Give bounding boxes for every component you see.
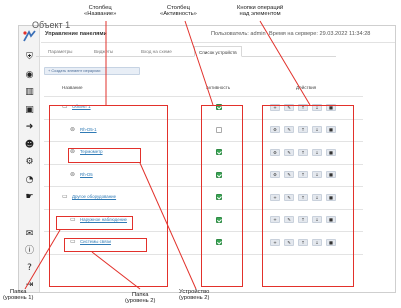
hand-icon[interactable]: ☛ (24, 192, 35, 203)
sidebar: ⛨ ◉ ▥ ▣ ➜ ☻ ⚙ ◔ ☛ ✉ ⓘ ? ⇥ (19, 26, 40, 292)
highlight-device-row (68, 148, 141, 163)
calendar-icon[interactable]: ▣ (24, 105, 35, 116)
page-title: Объект 1 (32, 20, 71, 30)
speedometer-icon[interactable]: ◔ (24, 175, 35, 186)
column-header-actions: Действия (296, 85, 317, 90)
gear-icon[interactable]: ⚙ (24, 157, 35, 168)
eye-icon[interactable]: ◉ (24, 70, 35, 81)
tab-scheme-input[interactable]: Вход на схеме (137, 46, 176, 57)
label-folder-level1: Папка (уровень 1) (3, 289, 34, 302)
info-icon[interactable]: ⓘ (24, 246, 35, 257)
tab-bar: Параметры Виджеты Вход на схеме Список у… (36, 46, 336, 57)
tab-parameters[interactable]: Параметры (44, 46, 77, 57)
highlight-name-column (49, 105, 168, 287)
help-icon[interactable]: ? (24, 263, 35, 274)
label-operation-buttons: Кнопки операций над элементом (237, 5, 284, 18)
create-hierarchy-element-button[interactable]: + Создать элемент иерархии (44, 67, 140, 75)
highlight-folder-level1 (56, 216, 133, 230)
mail-icon[interactable]: ✉ (24, 229, 35, 240)
users-icon[interactable]: ☻ (24, 140, 35, 151)
current-user: Пользователь: admin (211, 31, 266, 37)
shield-icon[interactable]: ⛨ (24, 52, 35, 63)
tab-device-list[interactable]: Список устройств (194, 46, 242, 57)
highlight-actions-column (262, 105, 354, 287)
server-time: Время на сервере: 29.03.2022 11:34:28 (269, 31, 371, 37)
chart-icon[interactable]: ▥ (24, 87, 35, 98)
label-device-level2: Устройство (уровень 2) (179, 289, 210, 302)
highlight-folder-level2 (64, 238, 147, 252)
top-bar: Управление панелями Пользователь: admin … (41, 26, 395, 43)
label-folder-level2: Папка (уровень 2) (125, 292, 156, 305)
header-divider (44, 96, 363, 97)
logo-icon (23, 30, 36, 42)
login-icon[interactable]: ➜ (24, 122, 35, 133)
label-active-column: Столбец «Активность» (160, 5, 197, 18)
highlight-active-column (201, 105, 243, 287)
column-header-active: Активность (206, 85, 231, 90)
label-name-column: Столбец «Название» (84, 5, 117, 18)
column-header-name: Название (62, 85, 83, 90)
tab-widgets[interactable]: Виджеты (90, 46, 117, 57)
